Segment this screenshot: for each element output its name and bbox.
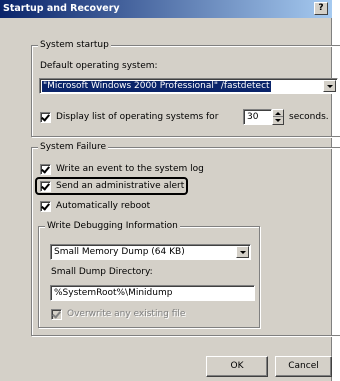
default-os-label: Default operating system: <box>40 61 158 71</box>
dump-dir-value: %SystemRoot%\Minidump <box>54 288 173 298</box>
default-os-dropdown[interactable]: "Microsoft Windows 2000 Professional" /f… <box>39 78 338 94</box>
auto-reboot-checkbox[interactable] <box>40 201 51 212</box>
seconds-spinner[interactable] <box>272 109 284 125</box>
overwrite-checkbox <box>51 309 62 320</box>
ok-button[interactable]: OK <box>206 356 268 377</box>
write-event-label: Write an event to the system log <box>56 164 204 174</box>
send-alert-label: Send an administrative alert <box>56 181 185 191</box>
startup-recovery-dialog: Startup and Recovery ? System startup De… <box>0 0 340 381</box>
seconds-input[interactable]: 30 <box>243 109 272 125</box>
chevron-down-icon[interactable] <box>323 80 336 92</box>
dump-dir-label: Small Dump Directory: <box>51 267 153 277</box>
display-list-checkbox[interactable] <box>40 112 51 123</box>
title-bar: Startup and Recovery ? <box>0 0 332 18</box>
chevron-down-icon[interactable] <box>236 246 249 258</box>
system-startup-legend: System startup <box>38 40 111 50</box>
seconds-label: seconds. <box>289 112 329 122</box>
default-os-value: "Microsoft Windows 2000 Professional" /f… <box>42 81 271 92</box>
dump-type-dropdown[interactable]: Small Memory Dump (64 KB) <box>50 244 251 260</box>
write-event-checkbox[interactable] <box>40 164 51 175</box>
overwrite-label: Overwrite any existing file <box>67 309 186 319</box>
cancel-button[interactable]: Cancel <box>275 356 332 377</box>
seconds-value: 30 <box>247 112 259 122</box>
spin-up-icon[interactable] <box>275 112 281 115</box>
send-alert-checkbox[interactable] <box>40 181 51 192</box>
display-list-label: Display list of operating systems for <box>56 112 219 122</box>
dump-type-value: Small Memory Dump (64 KB) <box>54 247 185 257</box>
system-failure-legend: System Failure <box>38 142 109 152</box>
help-button[interactable]: ? <box>314 2 328 15</box>
spin-down-icon[interactable] <box>275 119 281 122</box>
dump-dir-input[interactable]: %SystemRoot%\Minidump <box>50 285 255 301</box>
debug-info-legend: Write Debugging Information <box>45 221 180 231</box>
auto-reboot-label: Automatically reboot <box>56 201 151 211</box>
window-title: Startup and Recovery <box>3 3 120 14</box>
spin-divider <box>273 116 283 117</box>
